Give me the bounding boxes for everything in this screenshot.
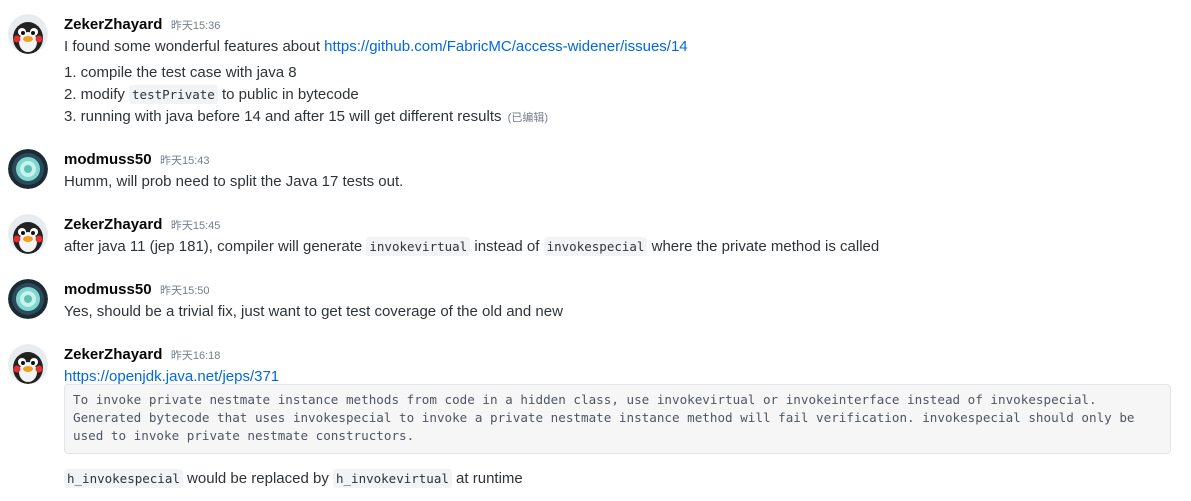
user-avatar[interactable] xyxy=(8,344,48,384)
code-block: To invoke private nestmate instance meth… xyxy=(64,384,1171,454)
text-segment: 2. modify xyxy=(64,86,130,103)
user-avatar[interactable] xyxy=(8,149,48,189)
code-line: To invoke private nestmate instance meth… xyxy=(73,392,1097,407)
list-item: 2. modify testPrivate to public in bytec… xyxy=(64,84,1171,106)
inline-code: h_invokespecial xyxy=(64,469,183,488)
message-text: h_invokespecial would be replaced by h_i… xyxy=(64,468,523,490)
text-segment: at runtime xyxy=(451,470,523,487)
code-line: Generated bytecode that uses invokespeci… xyxy=(73,410,1135,425)
user-avatar[interactable] xyxy=(8,214,48,254)
gear-avatar-icon xyxy=(8,279,48,319)
message-text: Yes, should be a trivial fix, just want … xyxy=(64,303,563,320)
inline-code: testPrivate xyxy=(129,85,218,104)
text-segment: after java 11 (jep 181), compiler will g… xyxy=(64,238,367,255)
timestamp: 昨天15:50 xyxy=(160,285,210,297)
timestamp: 昨天16:18 xyxy=(170,350,221,362)
timestamp: 昨天15:36 xyxy=(170,20,221,32)
gear-avatar-icon xyxy=(8,149,48,189)
text-segment: I found some wonderful features about xyxy=(64,38,325,55)
github-link[interactable]: https://github.com/FabricMC/access-widen… xyxy=(324,38,687,55)
user-avatar[interactable] xyxy=(8,279,48,319)
jep-link[interactable]: https://openjdk.java.net/jeps/371 xyxy=(64,368,279,385)
timestamp: 昨天15:45 xyxy=(170,220,221,232)
inline-code: h_invokevirtual xyxy=(333,469,452,488)
username[interactable]: modmuss50 xyxy=(64,281,152,298)
text-segment: to public in bytecode xyxy=(217,86,359,103)
message-text: I found some wonderful features about ht… xyxy=(64,36,1171,58)
text-segment: where the private method is called xyxy=(647,238,880,255)
list-item: 1. compile the test case with java 8 xyxy=(64,64,297,81)
timestamp: 昨天15:43 xyxy=(160,155,210,167)
edited-label: (已编辑) xyxy=(507,112,548,124)
text-segment: 3. running with java before 14 and after… xyxy=(64,108,502,125)
username[interactable]: modmuss50 xyxy=(64,151,152,168)
list-item: 3. running with java before 14 and after… xyxy=(64,106,1171,129)
text-segment: would be replaced by xyxy=(182,470,333,487)
inline-code: invokespecial xyxy=(543,237,648,256)
username[interactable]: ZekerZhayard xyxy=(64,216,162,233)
penguin-avatar-icon xyxy=(8,344,48,384)
username[interactable]: ZekerZhayard xyxy=(64,16,162,33)
penguin-avatar-icon xyxy=(8,14,48,54)
username[interactable]: ZekerZhayard xyxy=(64,346,162,363)
penguin-avatar-icon xyxy=(8,214,48,254)
inline-code: invokevirtual xyxy=(366,237,471,256)
user-avatar[interactable] xyxy=(8,14,48,54)
code-line: used to invoke private nestmate construc… xyxy=(73,428,415,443)
message-text: Humm, will prob need to split the Java 1… xyxy=(64,173,404,190)
text-segment: instead of xyxy=(470,238,544,255)
message-text: after java 11 (jep 181), compiler will g… xyxy=(64,236,1171,258)
